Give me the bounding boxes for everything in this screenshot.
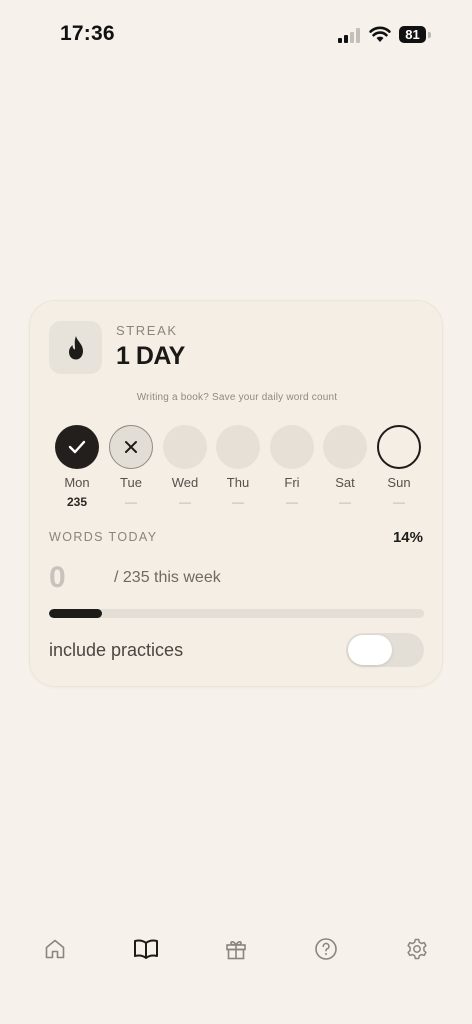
day-label: Tue (120, 475, 142, 490)
gear-icon (407, 938, 427, 960)
battery-icon: 81 (399, 26, 433, 44)
day-status-circle[interactable] (163, 425, 207, 469)
day-status-circle[interactable] (55, 425, 99, 469)
book-icon (134, 939, 158, 959)
streak-label: STREAK (116, 323, 178, 338)
progress-percent: 14% (392, 529, 423, 546)
flame-icon (69, 336, 83, 360)
day-word-count: — (286, 495, 298, 509)
day-label: Mon (64, 475, 90, 490)
help-icon (315, 938, 337, 960)
day-status-circle[interactable] (377, 425, 421, 469)
day-status-circle[interactable] (216, 425, 260, 469)
close-icon (125, 441, 137, 453)
status-bar: 17:36 81 (0, 0, 472, 70)
words-today-label: WORDS TODAY (49, 530, 158, 544)
day-word-count: — (179, 495, 191, 509)
week-progress-bar (49, 609, 424, 618)
tab-settings[interactable] (393, 925, 441, 973)
day-word-count: — (339, 495, 351, 509)
day-label: Thu (226, 475, 250, 490)
words-today-value[interactable]: 0 (49, 561, 66, 595)
day-mon[interactable]: Mon 235 (50, 425, 104, 509)
cellular-signal-icon (338, 28, 360, 43)
streak-hint: Writing a book? Save your daily word cou… (136, 392, 338, 403)
home-icon (45, 939, 65, 959)
tab-book[interactable] (121, 925, 169, 973)
week-total: / 235 this week (114, 569, 221, 586)
week-days: Mon 235 Tue — Wed — Thu — Fri — Sat — Su… (50, 425, 430, 515)
day-word-count: — (393, 495, 405, 509)
wifi-icon (369, 26, 391, 42)
toggle-knob (348, 635, 392, 665)
gift-icon (226, 941, 246, 960)
day-status-circle[interactable] (109, 425, 153, 469)
day-status-circle[interactable] (270, 425, 314, 469)
day-status-circle[interactable] (323, 425, 367, 469)
streak-value: 1 DAY (116, 342, 185, 370)
day-sat[interactable]: Sat — (318, 425, 372, 509)
tab-bar (0, 925, 472, 975)
streak-badge (49, 321, 102, 374)
battery-level: 81 (399, 26, 426, 43)
day-thu[interactable]: Thu — (211, 425, 265, 509)
day-label: Sat (335, 475, 355, 490)
tab-help[interactable] (302, 925, 350, 973)
day-word-count: — (125, 495, 137, 509)
day-word-count: 235 (66, 495, 88, 509)
week-progress-fill (49, 609, 102, 618)
streak-card: STREAK 1 DAY Writing a book? Save your d… (29, 300, 443, 687)
tab-home[interactable] (31, 925, 79, 973)
checkmark-icon (68, 440, 86, 454)
day-label: Sun (387, 475, 411, 490)
tab-gifts[interactable] (212, 925, 260, 973)
day-wed[interactable]: Wed — (158, 425, 212, 509)
day-fri[interactable]: Fri — (265, 425, 319, 509)
day-tue[interactable]: Tue — (104, 425, 158, 509)
day-label: Wed (171, 475, 199, 490)
status-time: 17:36 (60, 22, 115, 45)
day-word-count: — (232, 495, 244, 509)
day-sun[interactable]: Sun — (372, 425, 426, 509)
include-practices-label: include practices (49, 640, 184, 660)
include-practices-toggle[interactable] (346, 633, 424, 667)
day-label: Fri (284, 475, 300, 490)
